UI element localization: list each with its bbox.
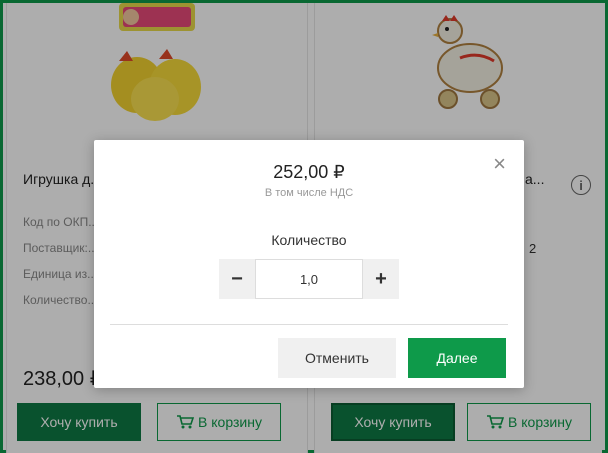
next-button[interactable]: Далее <box>408 338 506 378</box>
dialog-price: 252,00 ₽ <box>273 162 345 182</box>
quantity-label: Количество <box>271 232 347 248</box>
quantity-input[interactable] <box>255 259 363 299</box>
dialog-divider <box>110 324 508 325</box>
quantity-dialog: × 252,00 ₽ В том числе НДС Количество − … <box>94 140 524 388</box>
decrement-button[interactable]: − <box>219 259 255 299</box>
dialog-vat-note: В том числе НДС <box>264 187 354 199</box>
cancel-button[interactable]: Отменить <box>278 338 396 378</box>
quantity-stepper: − + <box>219 259 399 299</box>
increment-button[interactable]: + <box>363 259 399 299</box>
